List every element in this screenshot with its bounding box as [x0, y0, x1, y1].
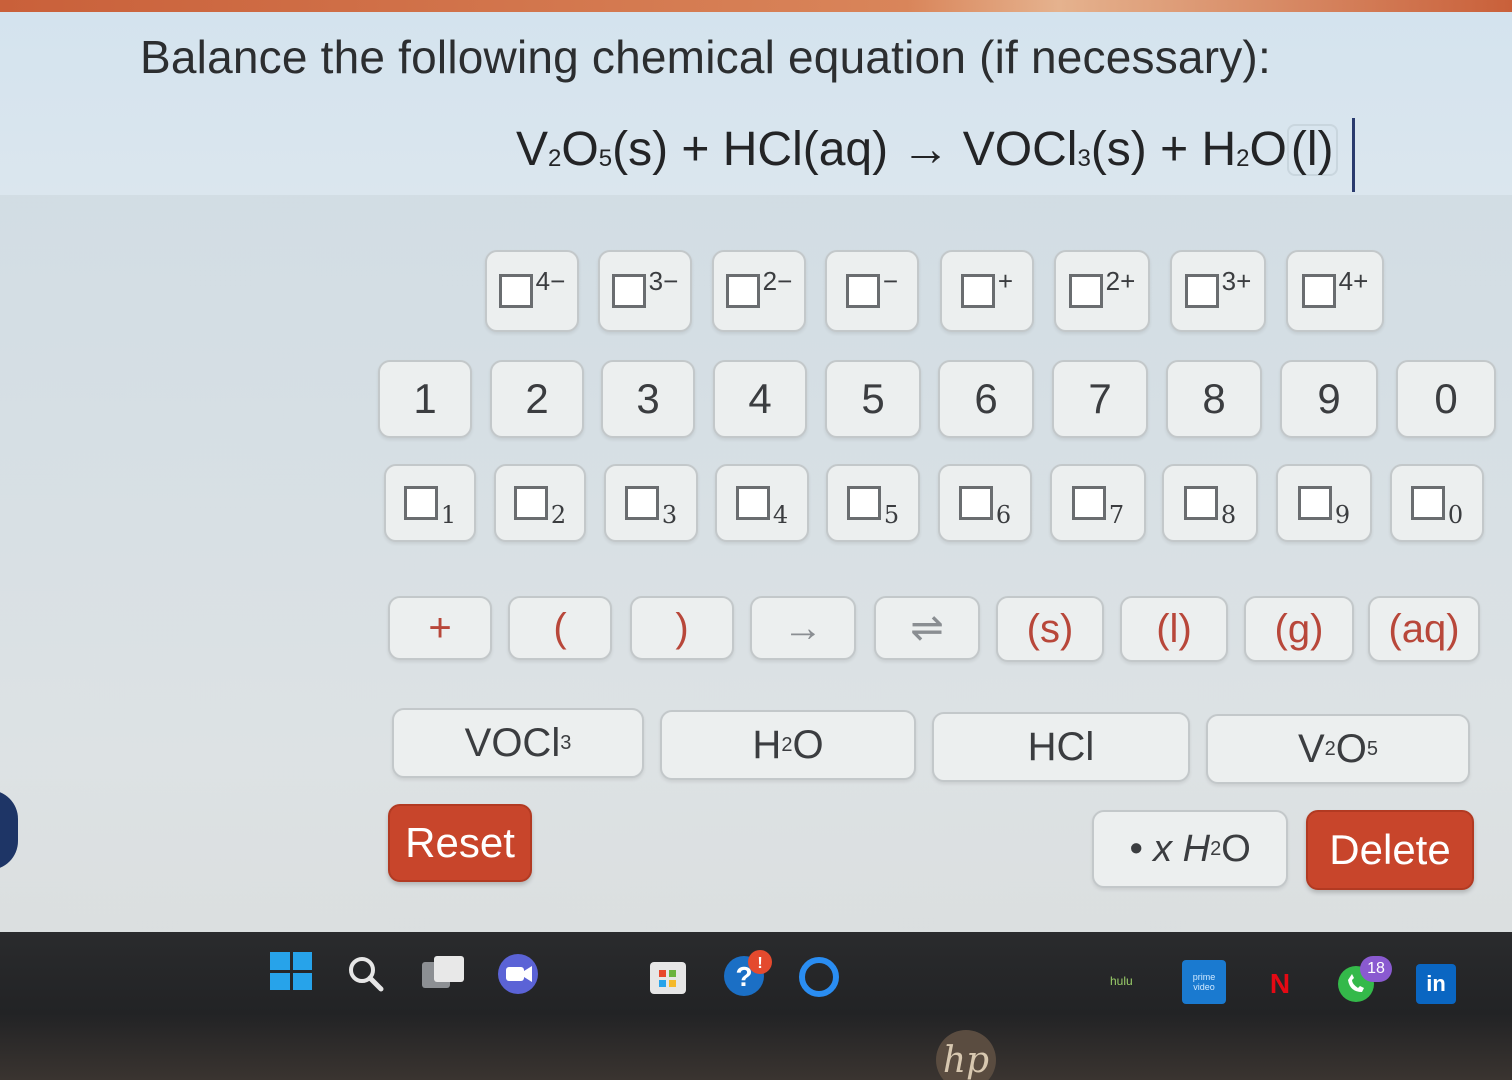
svg-text:!: ! [757, 955, 762, 972]
liquid-state-key[interactable]: (l) [1120, 596, 1228, 662]
solid-state-key[interactable]: (s) [996, 596, 1104, 662]
equilibrium-arrow-key[interactable]: ⇌ [874, 596, 980, 660]
hydrate-button[interactable]: • x H2O [1092, 810, 1288, 888]
charge-key-3minus[interactable]: 3− [598, 250, 692, 332]
number-key-9[interactable]: 9 [1280, 360, 1378, 438]
windows-start-icon[interactable] [270, 952, 312, 990]
get-help-icon[interactable]: ?! [720, 948, 776, 1000]
side-panel-toggle[interactable] [0, 790, 18, 870]
subscript-key-4[interactable]: 4 [715, 464, 809, 542]
reset-button[interactable]: Reset [388, 804, 532, 882]
species-key-v2o5[interactable]: V2O5 [1206, 714, 1470, 784]
charge-key-4minus[interactable]: 4− [485, 250, 579, 332]
cortana-icon[interactable] [796, 954, 842, 1000]
number-key-3[interactable]: 3 [601, 360, 695, 438]
subscript-key-7[interactable]: 7 [1050, 464, 1146, 542]
netflix-icon[interactable]: N [1266, 966, 1294, 1002]
open-paren-key[interactable]: ( [508, 596, 612, 660]
microsoft-store-icon[interactable] [646, 954, 690, 998]
top-accent-strip [0, 0, 1512, 12]
subscript-key-9[interactable]: 9 [1276, 464, 1372, 542]
search-icon[interactable] [344, 952, 388, 996]
prime-video-icon[interactable]: prime video [1182, 960, 1226, 1004]
species-key-h2o[interactable]: H2O [660, 710, 916, 780]
task-view-icon[interactable] [420, 952, 466, 992]
charge-key-3plus[interactable]: 3+ [1170, 250, 1266, 332]
question-prompt: Balance the following chemical equation … [140, 31, 1271, 83]
number-key-0[interactable]: 0 [1396, 360, 1496, 438]
meet-camera-icon[interactable] [496, 952, 540, 996]
text-caret [1352, 118, 1355, 192]
equation-answer-field[interactable]: V2O5(s) + HCl(aq) → VOCl3(s) + H2O(l) [516, 122, 1338, 177]
charge-key-4plus[interactable]: 4+ [1286, 250, 1384, 332]
species-key-vocl3[interactable]: VOCl 3 [392, 708, 644, 778]
aqueous-state-key[interactable]: (aq) [1368, 596, 1480, 662]
number-key-6[interactable]: 6 [938, 360, 1034, 438]
charge-key-2minus[interactable]: 2− [712, 250, 806, 332]
active-input-slot[interactable]: (l) [1286, 124, 1338, 176]
hulu-label[interactable]: hulu [1110, 974, 1133, 988]
subscript-key-3[interactable]: 3 [604, 464, 698, 542]
linkedin-icon[interactable]: in [1416, 964, 1456, 1004]
number-key-4[interactable]: 4 [713, 360, 807, 438]
plus-key[interactable]: + [388, 596, 492, 660]
number-key-8[interactable]: 8 [1166, 360, 1262, 438]
charge-key-minus[interactable]: − [825, 250, 919, 332]
number-key-1[interactable]: 1 [378, 360, 472, 438]
number-key-7[interactable]: 7 [1052, 360, 1148, 438]
delete-button[interactable]: Delete [1306, 810, 1474, 890]
reaction-arrow-key[interactable]: → [750, 596, 856, 660]
subscript-key-0[interactable]: 0 [1390, 464, 1484, 542]
whatsapp-badge: 18 [1360, 956, 1392, 982]
subscript-key-8[interactable]: 8 [1162, 464, 1258, 542]
subscript-key-1[interactable]: 1 [384, 464, 476, 542]
subscript-key-6[interactable]: 6 [938, 464, 1032, 542]
subscript-key-2[interactable]: 2 [494, 464, 586, 542]
close-paren-key[interactable]: ) [630, 596, 734, 660]
number-key-5[interactable]: 5 [825, 360, 921, 438]
gas-state-key[interactable]: (g) [1244, 596, 1354, 662]
charge-key-2plus[interactable]: 2+ [1054, 250, 1150, 332]
species-key-hcl[interactable]: HCl [932, 712, 1190, 782]
number-key-2[interactable]: 2 [490, 360, 584, 438]
charge-key-plus[interactable]: + [940, 250, 1034, 332]
subscript-key-5[interactable]: 5 [826, 464, 920, 542]
